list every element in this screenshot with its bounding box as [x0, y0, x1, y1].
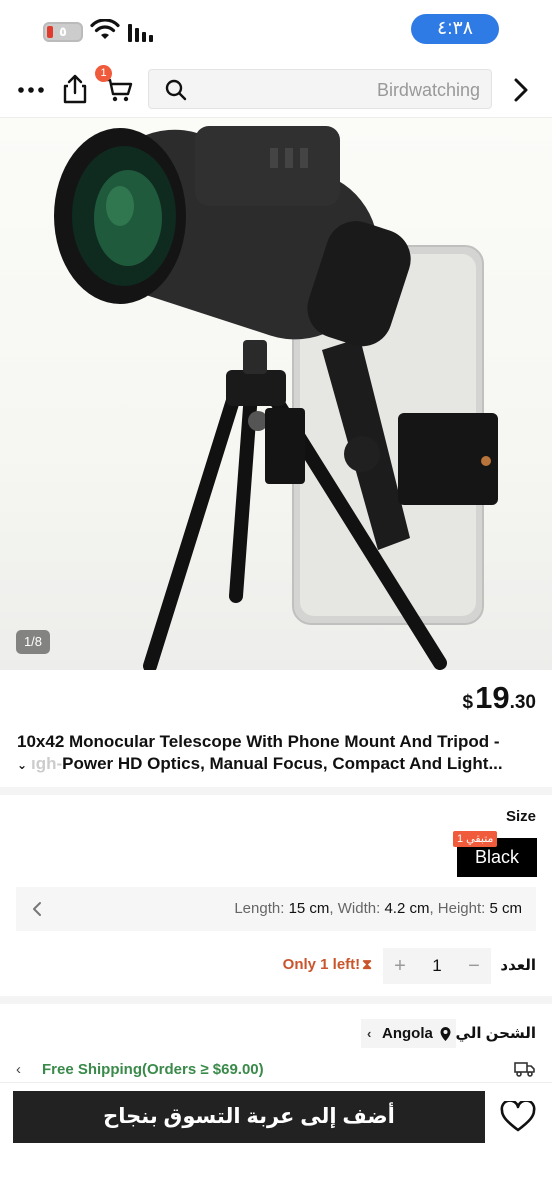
status-bar: ٥ ٤:٣٨ [0, 0, 552, 62]
cart-count-badge: 1 [95, 65, 112, 82]
low-stock-text: Only 1 left! [282, 956, 361, 973]
free-shipping-text: Free Shipping(Orders ≥ $69.00) [42, 1061, 264, 1078]
location-pin-icon [440, 1027, 451, 1041]
share-icon[interactable] [62, 74, 88, 104]
bottom-action-bar: أضف إلى عربة التسوق بنجاح [0, 1082, 552, 1194]
expand-chevron-icon[interactable]: ⌄ [17, 754, 31, 776]
stock-remaining-tag: متبقي 1 [453, 831, 498, 847]
title-line-1: 10x42 Monocular Telescope With Phone Mou… [17, 732, 500, 751]
product-image[interactable]: 1/8 [0, 118, 552, 670]
shipping-country-selector[interactable]: ‹ Angola [361, 1019, 456, 1048]
truck-icon [514, 1062, 535, 1077]
hourglass-icon: ⧗ [362, 956, 372, 972]
search-icon [165, 79, 187, 101]
battery-value: ٥ [59, 24, 67, 39]
wifi-icon [90, 19, 120, 39]
quantity-stepper: + 1 − [383, 948, 491, 984]
dimensions-row[interactable]: Length: 15 cm, Width: 4.2 cm, Height: 5 … [16, 887, 536, 931]
back-chevron-icon: ‹ [16, 1061, 21, 1078]
search-input[interactable]: Birdwatching [148, 69, 492, 109]
size-label: Size [505, 808, 536, 825]
width-value: 4.2 cm [384, 900, 430, 917]
dimensions-text: Length: 15 cm, Width: 4.2 cm, Height: 5 … [234, 887, 522, 931]
section-divider [0, 996, 552, 1004]
shipping-label: الشحن الي [455, 1025, 536, 1042]
add-to-cart-button[interactable]: أضف إلى عربة التسوق بنجاح [13, 1091, 485, 1143]
product-price: $ 19 .30 [463, 680, 536, 720]
more-icon[interactable] [16, 80, 46, 100]
price-currency: $ [462, 692, 474, 713]
price-decimal: .30 [509, 692, 536, 713]
forward-chevron-icon[interactable] [510, 76, 532, 104]
product-title[interactable]: 10x42 Monocular Telescope With Phone Mou… [17, 731, 537, 776]
quantity-plus-button[interactable]: + [383, 948, 417, 984]
width-label: , Width: [329, 900, 385, 917]
section-divider [0, 787, 552, 795]
price-integer: 19 [475, 680, 510, 715]
height-label: , Height: [429, 900, 490, 917]
low-stock-warning: Only 1 left! ⧗ [283, 956, 372, 973]
quantity-minus-button[interactable]: − [457, 948, 491, 984]
chevron-left-icon: ‹ [367, 1026, 372, 1041]
telescope-illustration [54, 126, 498, 670]
free-shipping-row[interactable]: ‹ Free Shipping(Orders ≥ $69.00) [16, 1059, 264, 1081]
title-faded-prefix: ıgh- [31, 754, 63, 773]
status-time[interactable]: ٤:٣٨ [411, 14, 499, 44]
signal-icon [128, 24, 153, 42]
title-line-2-text: Power HD Optics, Manual Focus, Compact A… [62, 754, 503, 773]
length-label: Length: [234, 900, 289, 917]
search-placeholder: Birdwatching [376, 80, 480, 100]
height-value: 5 cm [489, 900, 522, 917]
length-value: 15 cm [288, 900, 330, 917]
quantity-label: العدد [500, 957, 536, 974]
heart-icon[interactable] [500, 1101, 536, 1133]
quantity-value[interactable]: 1 [417, 948, 457, 984]
battery-icon: ٥ [43, 22, 83, 42]
country-name: Angola [382, 1025, 433, 1042]
image-counter: 1/8 [16, 630, 50, 654]
title-line-2: ⌄ ıgh-Power HD Optics, Manual Focus, Comp… [17, 753, 537, 776]
top-nav: 1 Birdwatching [0, 62, 552, 118]
back-chevron-icon [33, 902, 41, 916]
